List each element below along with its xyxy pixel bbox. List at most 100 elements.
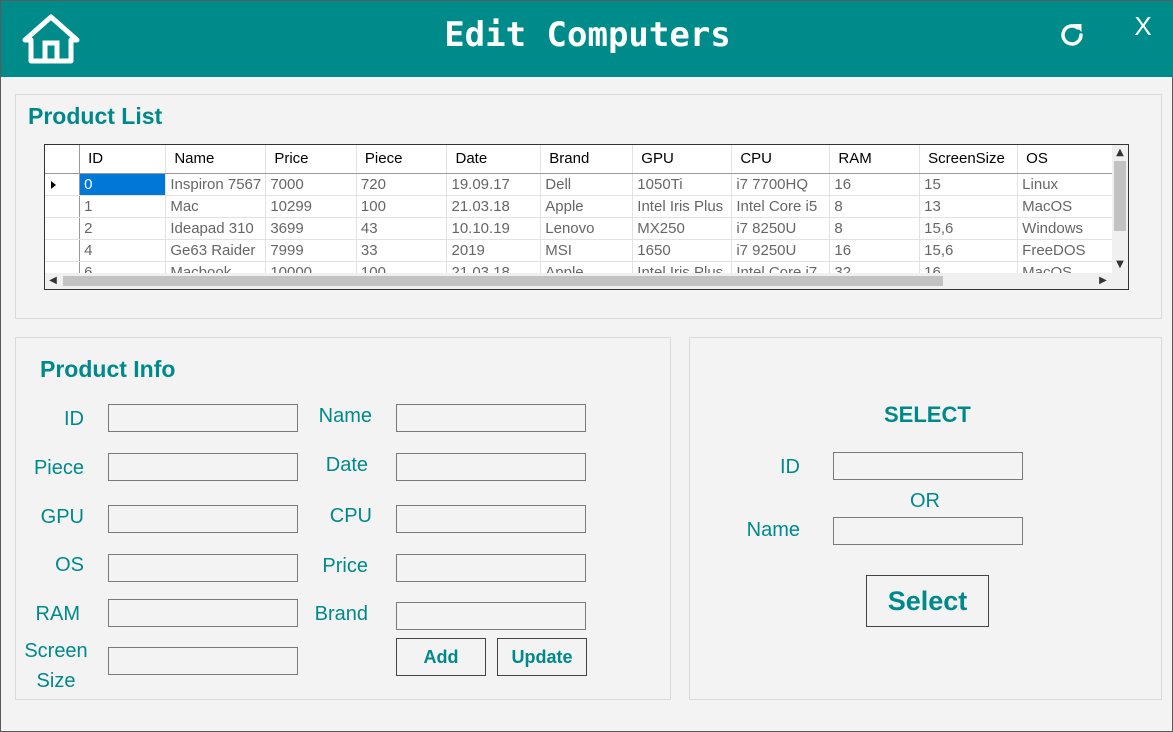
column-header[interactable]: Brand: [540, 145, 634, 174]
piece-field[interactable]: [108, 453, 298, 481]
table-cell[interactable]: 32: [829, 261, 921, 273]
table-cell[interactable]: 21.03.18: [446, 261, 542, 273]
scroll-right-icon[interactable]: ▶: [1095, 273, 1111, 289]
column-header[interactable]: ID: [79, 145, 167, 174]
close-button[interactable]: X: [1129, 11, 1157, 47]
table-cell[interactable]: Inspiron 7567: [165, 173, 267, 196]
table-cell[interactable]: 2019: [446, 239, 542, 262]
column-header[interactable]: Date: [446, 145, 542, 174]
os-field[interactable]: [108, 554, 298, 582]
table-cell[interactable]: 7999: [265, 239, 357, 262]
table-cell[interactable]: 0: [79, 173, 167, 196]
table-cell[interactable]: Intel Iris Plus: [632, 195, 733, 218]
refresh-button[interactable]: [1057, 20, 1087, 50]
table-cell[interactable]: 720: [356, 173, 448, 196]
table-cell[interactable]: 10299: [265, 195, 357, 218]
table-cell[interactable]: 100: [356, 195, 448, 218]
table-cell[interactable]: 10000: [265, 261, 357, 273]
vertical-scroll-thumb[interactable]: [1114, 161, 1126, 231]
table-cell[interactable]: 1650: [632, 239, 733, 262]
table-cell[interactable]: Linux: [1017, 173, 1113, 196]
table-row[interactable]: 2 Ideapad 310 3699 43 10.10.19 Lenovo MX250 i7 …: [45, 217, 1113, 240]
vertical-scrollbar[interactable]: ▲ ▼: [1112, 145, 1128, 273]
price-field[interactable]: [396, 554, 586, 582]
table-cell[interactable]: 6: [79, 261, 167, 273]
table-cell[interactable]: MacOS: [1017, 195, 1113, 218]
table-cell[interactable]: 4: [79, 239, 167, 262]
id-field[interactable]: [108, 404, 298, 432]
table-cell[interactable]: 10.10.19: [446, 217, 542, 240]
table-cell[interactable]: Intel Core i5: [731, 195, 831, 218]
table-row[interactable]: 1 Mac 10299 100 21.03.18 Apple Intel Iris Plus…: [45, 195, 1113, 218]
table-cell[interactable]: 16: [919, 261, 1019, 273]
table-cell[interactable]: 100: [356, 261, 448, 273]
column-header[interactable]: OS: [1017, 145, 1113, 174]
select-button[interactable]: Select: [866, 575, 989, 627]
table-cell[interactable]: i7 9250U: [731, 239, 831, 262]
row-header[interactable]: [45, 217, 81, 240]
cpu-field[interactable]: [396, 505, 586, 533]
table-cell[interactable]: 16: [829, 239, 921, 262]
screen-size-field[interactable]: [108, 647, 298, 675]
table-cell[interactable]: 15: [919, 173, 1019, 196]
table-row[interactable]: 0 Inspiron 7567 7000 720 19.09.17 Dell 1050Ti i…: [45, 173, 1113, 196]
table-cell[interactable]: i7 7700HQ: [731, 173, 831, 196]
table-cell[interactable]: 43: [356, 217, 448, 240]
table-cell[interactable]: MX250: [632, 217, 733, 240]
column-header[interactable]: Name: [165, 145, 267, 174]
scroll-down-icon[interactable]: ▼: [1112, 257, 1128, 273]
row-header[interactable]: [45, 239, 81, 262]
table-cell[interactable]: 7000: [265, 173, 357, 196]
table-cell[interactable]: Lenovo: [540, 217, 634, 240]
ram-field[interactable]: [108, 599, 298, 627]
gpu-field[interactable]: [108, 505, 298, 533]
table-cell[interactable]: Intel Core i7: [731, 261, 831, 273]
add-button[interactable]: Add: [396, 638, 486, 676]
table-cell[interactable]: 1: [79, 195, 167, 218]
select-name-field[interactable]: [833, 517, 1023, 545]
row-header[interactable]: [45, 173, 81, 196]
table-cell[interactable]: 13: [919, 195, 1019, 218]
column-header[interactable]: Piece: [356, 145, 448, 174]
table-cell[interactable]: 8: [829, 195, 921, 218]
table-cell[interactable]: Intel Iris Plus: [632, 261, 733, 273]
column-header[interactable]: GPU: [632, 145, 733, 174]
row-header[interactable]: [45, 195, 81, 218]
column-header[interactable]: RAM: [829, 145, 921, 174]
table-cell[interactable]: FreeDOS: [1017, 239, 1113, 262]
update-button[interactable]: Update: [497, 638, 587, 676]
product-grid[interactable]: ID Name Price Piece Date Brand GPU CPU RAM Screen…: [44, 144, 1129, 290]
table-row[interactable]: 6 Macbook 10000 100 21.03.18 Apple Intel Iris …: [45, 261, 1113, 273]
table-cell[interactable]: Ideapad 310: [165, 217, 267, 240]
table-cell[interactable]: Apple: [540, 195, 634, 218]
horizontal-scroll-thumb[interactable]: [63, 276, 943, 286]
row-header[interactable]: [45, 261, 81, 273]
table-cell[interactable]: 8: [829, 217, 921, 240]
column-header[interactable]: Price: [265, 145, 357, 174]
table-cell[interactable]: 1050Ti: [632, 173, 733, 196]
table-cell[interactable]: Macbook: [165, 261, 267, 273]
horizontal-scrollbar[interactable]: ◀ ▶: [45, 273, 1128, 289]
table-cell[interactable]: MacOS: [1017, 261, 1113, 273]
select-id-field[interactable]: [833, 452, 1023, 480]
table-cell[interactable]: Apple: [540, 261, 634, 273]
table-cell[interactable]: 2: [79, 217, 167, 240]
scroll-up-icon[interactable]: ▲: [1112, 145, 1128, 161]
table-cell[interactable]: 15,6: [919, 239, 1019, 262]
table-cell[interactable]: Dell: [540, 173, 634, 196]
scroll-left-icon[interactable]: ◀: [45, 273, 61, 289]
table-row[interactable]: 4 Ge63 Raider 7999 33 2019 MSI 1650 i7 9250U 16 1…: [45, 239, 1113, 262]
table-cell[interactable]: 33: [356, 239, 448, 262]
table-cell[interactable]: 19.09.17: [446, 173, 542, 196]
table-cell[interactable]: 21.03.18: [446, 195, 542, 218]
table-cell[interactable]: Mac: [165, 195, 267, 218]
name-field[interactable]: [396, 404, 586, 432]
table-cell[interactable]: Windows: [1017, 217, 1113, 240]
date-field[interactable]: [396, 453, 586, 481]
table-cell[interactable]: Ge63 Raider: [165, 239, 267, 262]
column-header[interactable]: CPU: [731, 145, 831, 174]
table-cell[interactable]: 16: [829, 173, 921, 196]
column-header[interactable]: ScreenSize: [919, 145, 1019, 174]
table-cell[interactable]: MSI: [540, 239, 634, 262]
brand-field[interactable]: [396, 602, 586, 630]
